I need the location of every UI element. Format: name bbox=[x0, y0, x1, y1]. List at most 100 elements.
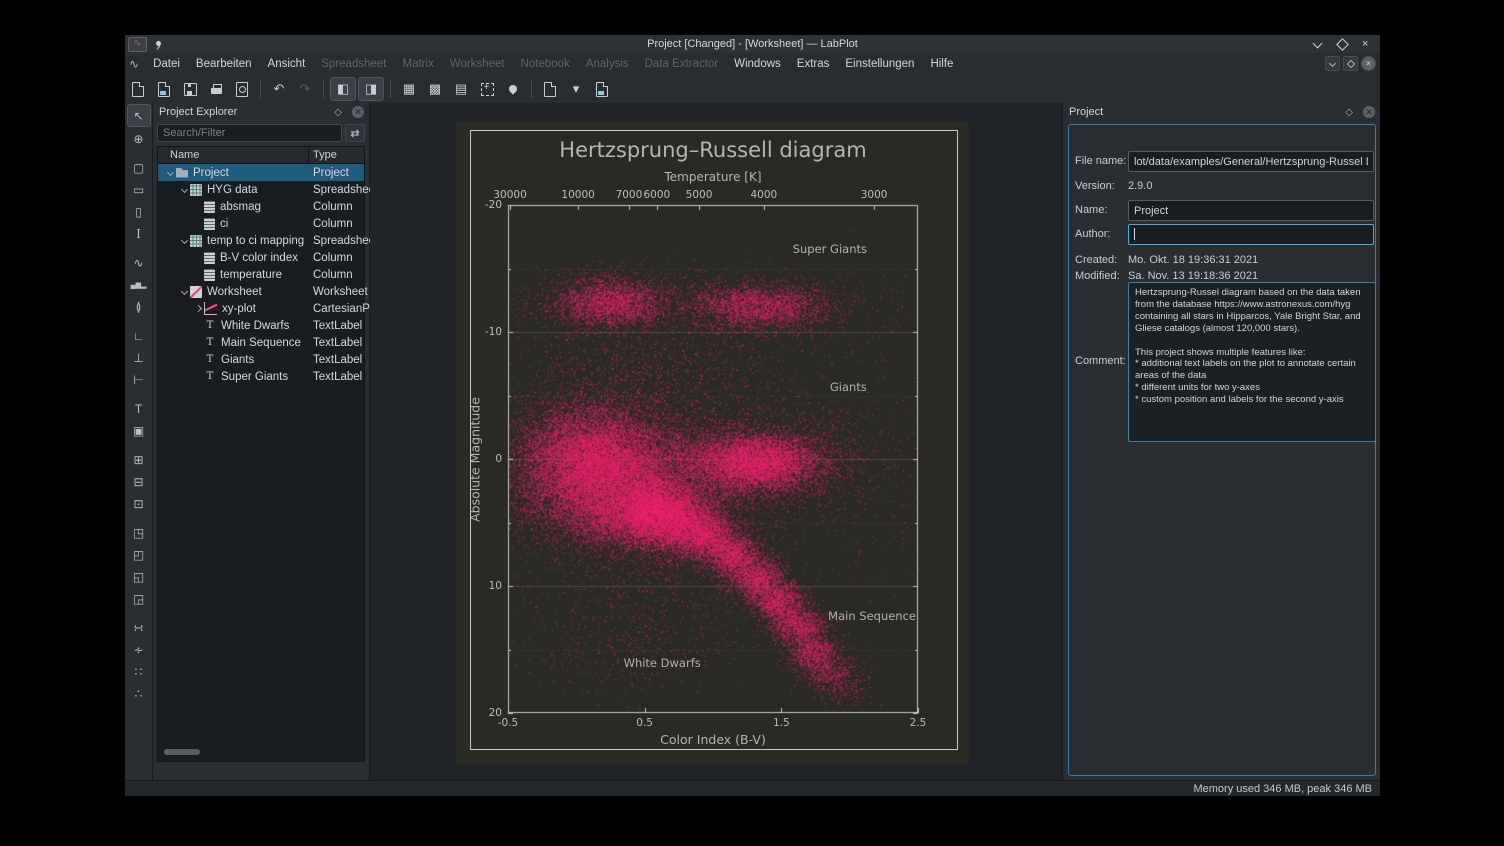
subwindow-close-button[interactable]: × bbox=[1361, 56, 1376, 71]
file-name-input[interactable] bbox=[1128, 151, 1374, 172]
properties-header[interactable]: Project ◇ ✕ bbox=[1063, 103, 1380, 121]
project-explorer-header[interactable]: Project Explorer ◇ ✕ bbox=[153, 103, 369, 121]
float-dock-icon[interactable]: ◇ bbox=[1345, 107, 1353, 118]
menu-einstellungen[interactable]: Einstellungen bbox=[837, 55, 922, 73]
add-image-button[interactable]: ▣ bbox=[128, 420, 150, 441]
tree-row-xy-plot[interactable]: xy-plotCartesianPlot bbox=[158, 300, 364, 317]
title-bar[interactable]: ∿ Project [Changed] - [Worksheet] — LabP… bbox=[125, 35, 1380, 53]
plot-annotation-super-giants[interactable]: Super Giants bbox=[793, 242, 867, 256]
new-spreadsheet-button[interactable]: ▦ bbox=[397, 78, 421, 100]
toggle-project-explorer-button[interactable]: ◧ bbox=[330, 77, 356, 101]
expander-open-icon[interactable] bbox=[178, 187, 190, 192]
expander-open-icon[interactable] bbox=[178, 238, 190, 243]
zoom-out-button[interactable]: ⊟ bbox=[128, 471, 150, 492]
add-axis-button[interactable]: ∟ bbox=[128, 325, 150, 346]
tree-row-temp-to-ci-mapping[interactable]: temp to ci mappingSpreadsheet bbox=[158, 232, 364, 249]
shift-right-button[interactable]: ◳ bbox=[128, 522, 150, 543]
tree-row-giants[interactable]: TGiantsTextLabel bbox=[158, 351, 364, 368]
column-header-name[interactable]: Name bbox=[158, 149, 199, 161]
y-axis-tick-label: -10 bbox=[474, 326, 502, 338]
add-xy-curve-button[interactable]: ∿ bbox=[128, 252, 150, 273]
auto-fit-button[interactable]: ∴ bbox=[128, 683, 150, 704]
scrollbar-handle[interactable] bbox=[164, 749, 200, 755]
new-worksheet-button[interactable] bbox=[538, 78, 562, 100]
new-datapicker-button[interactable] bbox=[475, 78, 499, 100]
column-separator[interactable] bbox=[308, 147, 309, 163]
search-input[interactable] bbox=[157, 124, 342, 142]
menu-ansicht[interactable]: Ansicht bbox=[260, 55, 314, 73]
window-menu-dropdown[interactable]: ▾ bbox=[564, 78, 588, 100]
expander-open-icon[interactable] bbox=[164, 170, 176, 175]
zoom-select-x-button[interactable]: ▭ bbox=[128, 179, 150, 200]
print-preview-button[interactable] bbox=[230, 78, 254, 100]
pin-icon[interactable] bbox=[155, 41, 162, 48]
subwindow-minimize-button[interactable] bbox=[1325, 56, 1340, 71]
shift-left-button[interactable]: ◰ bbox=[128, 544, 150, 565]
tree-row-project[interactable]: ProjectProject bbox=[158, 164, 364, 181]
float-dock-icon[interactable]: ◇ bbox=[334, 107, 342, 118]
close-button[interactable]: × bbox=[1362, 38, 1374, 50]
tree-row-white-dwarfs[interactable]: TWhite DwarfsTextLabel bbox=[158, 317, 364, 334]
menu-hilfe[interactable]: Hilfe bbox=[922, 55, 961, 73]
new-workbook-button[interactable]: ▤ bbox=[449, 78, 473, 100]
add-boxplot-button[interactable]: ≬ bbox=[128, 296, 150, 317]
horizontal-scrollbar[interactable] bbox=[162, 749, 360, 756]
hr-scatter-plot[interactable] bbox=[496, 193, 930, 725]
add-axis-ticks-button[interactable]: ⊥ bbox=[128, 347, 150, 368]
toggle-properties-explorer-button[interactable]: ◨ bbox=[358, 77, 384, 101]
tree-row-worksheet[interactable]: WorksheetWorksheet bbox=[158, 283, 364, 300]
tree-row-ci[interactable]: ciColumn bbox=[158, 215, 364, 232]
tree-column-header[interactable]: Name Type bbox=[158, 147, 364, 164]
expander-closed-icon[interactable] bbox=[192, 306, 204, 311]
auto-scale-button[interactable]: ∷ bbox=[128, 661, 150, 682]
tree-row-super-giants[interactable]: TSuper GiantsTextLabel bbox=[158, 368, 364, 385]
color-theme-button[interactable] bbox=[501, 78, 525, 100]
new-matrix-button[interactable]: ▩ bbox=[423, 78, 447, 100]
redo-button[interactable]: ↷ bbox=[293, 78, 317, 100]
shift-down-button[interactable]: ◲ bbox=[128, 588, 150, 609]
zoom-select-y-button[interactable]: ▯ bbox=[128, 201, 150, 222]
expander-open-icon[interactable] bbox=[178, 289, 190, 294]
add-histogram-button[interactable]: ▄▆▂ bbox=[128, 274, 150, 295]
close-dock-icon[interactable]: ✕ bbox=[352, 106, 364, 118]
tree-row-absmag[interactable]: absmagColumn bbox=[158, 198, 364, 215]
tree-row-b-v-color-index[interactable]: B-V color indexColumn bbox=[158, 249, 364, 266]
save-project-button[interactable] bbox=[178, 78, 202, 100]
navigate-crosshair-button[interactable]: ⊕ bbox=[128, 128, 150, 149]
menu-extras[interactable]: Extras bbox=[789, 55, 838, 73]
undo-button[interactable]: ↶ bbox=[267, 78, 291, 100]
open-project-button[interactable] bbox=[152, 78, 176, 100]
new-project-button[interactable] bbox=[126, 78, 150, 100]
tree-row-temperature[interactable]: temperatureColumn bbox=[158, 266, 364, 283]
column-header-type[interactable]: Type bbox=[313, 149, 337, 161]
name-input[interactable] bbox=[1128, 200, 1374, 221]
print-button[interactable] bbox=[204, 78, 228, 100]
auto-scale-x-button[interactable]: ∺ bbox=[128, 617, 150, 638]
tree-row-hyg-data[interactable]: HYG dataSpreadsheet bbox=[158, 181, 364, 198]
zoom-select-button[interactable]: ▢ bbox=[128, 157, 150, 178]
menu-bearbeiten[interactable]: Bearbeiten bbox=[188, 55, 260, 73]
menu-windows[interactable]: Windows bbox=[726, 55, 789, 73]
auto-scale-y-button[interactable]: ∻ bbox=[128, 639, 150, 660]
tree-row-main-sequence[interactable]: TMain SequenceTextLabel bbox=[158, 334, 364, 351]
minimize-button[interactable] bbox=[1314, 38, 1326, 50]
new-notebook-button[interactable] bbox=[590, 78, 614, 100]
select-cursor-button[interactable]: ↖ bbox=[127, 104, 151, 127]
author-input[interactable] bbox=[1128, 224, 1374, 245]
plot-annotation-main-sequence[interactable]: Main Sequence bbox=[828, 609, 916, 623]
subwindow-restore-button[interactable] bbox=[1343, 56, 1358, 71]
cursor-line-button[interactable]: I bbox=[128, 223, 150, 244]
filter-options-button[interactable]: ⇄ bbox=[345, 124, 365, 142]
shift-up-button[interactable]: ◱ bbox=[128, 566, 150, 587]
menu-datei[interactable]: Datei bbox=[145, 55, 188, 73]
zoom-fit-button[interactable]: ⊡ bbox=[128, 493, 150, 514]
maximize-button[interactable] bbox=[1338, 38, 1350, 50]
plot-annotation-white-dwarfs[interactable]: White Dwarfs bbox=[624, 656, 701, 670]
zoom-in-button[interactable]: ⊞ bbox=[128, 449, 150, 470]
add-text-label-button[interactable]: T bbox=[128, 398, 150, 419]
plot-annotation-giants[interactable]: Giants bbox=[830, 380, 867, 394]
comment-textarea[interactable]: Hertzsprung-Russel diagram based on the … bbox=[1128, 282, 1376, 442]
worksheet-view[interactable]: Hertzsprung–Russell diagram Temperature … bbox=[456, 122, 969, 764]
close-dock-icon[interactable]: ✕ bbox=[1363, 106, 1375, 118]
add-vertical-axis-button[interactable]: ⊢ bbox=[128, 369, 150, 390]
